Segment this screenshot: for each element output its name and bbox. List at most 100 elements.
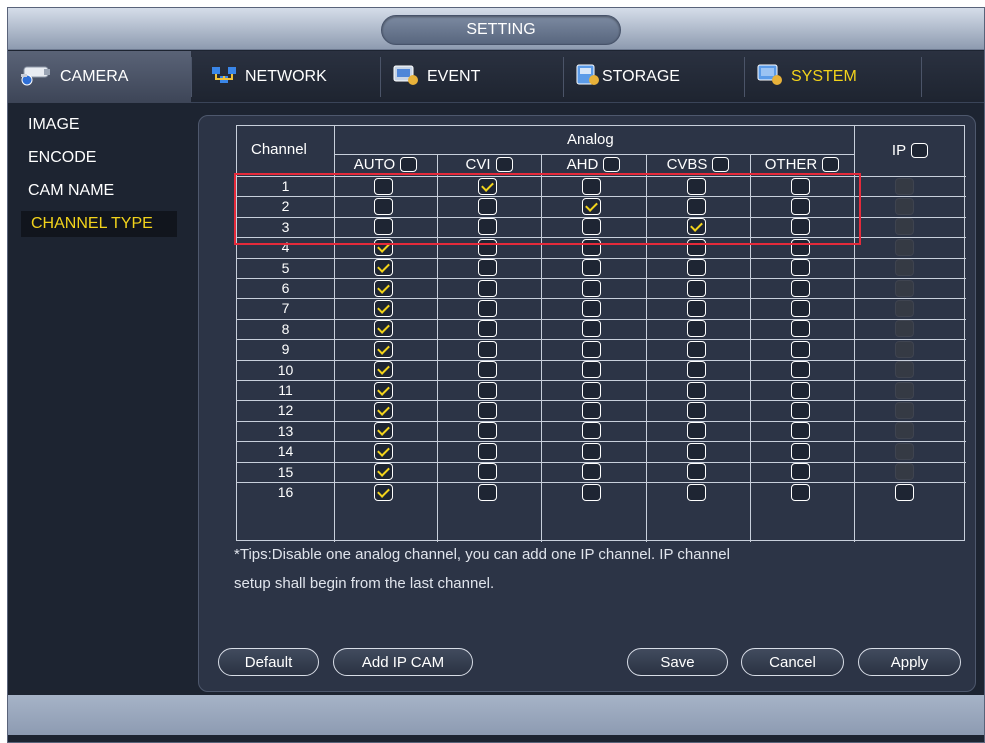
tab-storage[interactable]: STORAGE	[576, 51, 680, 103]
channel-6-cvbs-checkbox[interactable]	[687, 280, 706, 297]
channel-9-other-checkbox[interactable]	[791, 341, 810, 358]
tab-network[interactable]: NETWORK	[211, 51, 327, 103]
channel-10-other-checkbox[interactable]	[791, 361, 810, 378]
channel-12-ahd-checkbox[interactable]	[582, 402, 601, 419]
channel-15-cvi-checkbox[interactable]	[478, 463, 497, 480]
channel-15-cvbs-checkbox[interactable]	[687, 463, 706, 480]
channel-7-cvi-checkbox[interactable]	[478, 300, 497, 317]
tab-event-label: EVENT	[427, 68, 481, 85]
channel-12-ip-checkbox	[895, 402, 914, 419]
select-all-cvbs-checkbox[interactable]	[712, 157, 730, 172]
select-all-other-checkbox[interactable]	[822, 157, 840, 172]
channel-8-cvi-checkbox[interactable]	[478, 320, 497, 337]
channel-6-auto-checkbox[interactable]	[374, 280, 393, 297]
channel-number: 8	[281, 320, 290, 337]
channel-13-ahd-checkbox[interactable]	[582, 422, 601, 439]
channel-15-ahd-checkbox[interactable]	[582, 463, 601, 480]
tab-system[interactable]: SYSTEM	[757, 51, 857, 103]
channel-6-other-checkbox[interactable]	[791, 280, 810, 297]
channel-15-other-checkbox[interactable]	[791, 463, 810, 480]
channel-16-other-checkbox[interactable]	[791, 484, 810, 501]
channel-7-ahd-checkbox[interactable]	[582, 300, 601, 317]
channel-16-cvi-checkbox[interactable]	[478, 484, 497, 501]
channel-14-ahd-checkbox[interactable]	[582, 443, 601, 460]
channel-15-ip-checkbox	[895, 463, 914, 480]
channel-11-auto-checkbox[interactable]	[374, 382, 393, 399]
channel-13-other-checkbox[interactable]	[791, 422, 810, 439]
channel-6-cvi-checkbox[interactable]	[478, 280, 497, 297]
channel-8-ahd-checkbox[interactable]	[582, 320, 601, 337]
tab-system-label: SYSTEM	[791, 68, 857, 85]
column-header-ahd: AHD	[541, 156, 646, 173]
channel-13-cvbs-checkbox[interactable]	[687, 422, 706, 439]
apply-button[interactable]: Apply	[858, 648, 961, 676]
channel-7-auto-checkbox[interactable]	[374, 300, 393, 317]
channel-11-other-checkbox[interactable]	[791, 382, 810, 399]
table-row-divider	[237, 360, 966, 361]
default-button[interactable]: Default	[218, 648, 319, 676]
channel-16-auto-checkbox[interactable]	[374, 484, 393, 501]
select-all-ahd-checkbox[interactable]	[603, 157, 621, 172]
select-all-cvi-checkbox[interactable]	[495, 157, 513, 172]
menu-item-image[interactable]: IMAGE	[28, 112, 80, 138]
channel-9-cvbs-checkbox[interactable]	[687, 341, 706, 358]
channel-number: 10	[277, 361, 294, 378]
table-header-divider	[334, 154, 854, 155]
channel-11-ahd-checkbox[interactable]	[582, 382, 601, 399]
channel-15-auto-checkbox[interactable]	[374, 463, 393, 480]
select-all-auto-checkbox[interactable]	[400, 157, 418, 172]
table-row-divider	[237, 278, 966, 279]
channel-9-cvi-checkbox[interactable]	[478, 341, 497, 358]
channel-16-ahd-checkbox[interactable]	[582, 484, 601, 501]
tab-camera[interactable]: CAMERA	[8, 51, 191, 103]
channel-14-cvi-checkbox[interactable]	[478, 443, 497, 460]
channel-column-header: Channel	[251, 141, 307, 158]
channel-14-auto-checkbox[interactable]	[374, 443, 393, 460]
channel-13-auto-checkbox[interactable]	[374, 422, 393, 439]
channel-12-cvbs-checkbox[interactable]	[687, 402, 706, 419]
channel-5-cvbs-checkbox[interactable]	[687, 259, 706, 276]
channel-number: 11	[278, 382, 293, 398]
tab-event[interactable]: EVENT	[393, 51, 480, 103]
channel-5-other-checkbox[interactable]	[791, 259, 810, 276]
channel-11-cvi-checkbox[interactable]	[478, 382, 497, 399]
menu-item-cam-name[interactable]: CAM NAME	[28, 178, 114, 204]
channel-10-ahd-checkbox[interactable]	[582, 361, 601, 378]
event-icon	[393, 64, 419, 91]
channel-6-ahd-checkbox[interactable]	[582, 280, 601, 297]
channel-5-auto-checkbox[interactable]	[374, 259, 393, 276]
channel-14-cvbs-checkbox[interactable]	[687, 443, 706, 460]
channel-11-cvbs-checkbox[interactable]	[687, 382, 706, 399]
channel-9-auto-checkbox[interactable]	[374, 341, 393, 358]
channel-number: 15	[277, 463, 294, 480]
channel-8-cvbs-checkbox[interactable]	[687, 320, 706, 337]
table-row-divider	[237, 400, 966, 401]
cancel-button[interactable]: Cancel	[741, 648, 844, 676]
menu-item-encode[interactable]: ENCODE	[28, 145, 96, 171]
channel-14-other-checkbox[interactable]	[791, 443, 810, 460]
top-nav: CAMERA NETWORK EVENT STORAGE SYSTEM	[8, 51, 984, 103]
select-all-ip-checkbox[interactable]	[911, 143, 929, 158]
channel-8-other-checkbox[interactable]	[791, 320, 810, 337]
channel-7-other-checkbox[interactable]	[791, 300, 810, 317]
add-ip-cam-button[interactable]: Add IP CAM	[333, 648, 473, 676]
save-button[interactable]: Save	[627, 648, 728, 676]
channel-16-ip-checkbox[interactable]	[895, 484, 914, 501]
nav-divider	[921, 57, 922, 97]
channel-16-cvbs-checkbox[interactable]	[687, 484, 706, 501]
channel-13-cvi-checkbox[interactable]	[478, 422, 497, 439]
channel-5-cvi-checkbox[interactable]	[478, 259, 497, 276]
channel-10-cvbs-checkbox[interactable]	[687, 361, 706, 378]
channel-12-auto-checkbox[interactable]	[374, 402, 393, 419]
channel-10-cvi-checkbox[interactable]	[478, 361, 497, 378]
channel-8-auto-checkbox[interactable]	[374, 320, 393, 337]
channel-12-cvi-checkbox[interactable]	[478, 402, 497, 419]
menu-item-channel-type[interactable]: CHANNEL TYPE	[21, 211, 177, 237]
channel-5-ahd-checkbox[interactable]	[582, 259, 601, 276]
table-row-divider	[237, 258, 966, 259]
channel-10-ip-checkbox	[895, 361, 914, 378]
channel-12-other-checkbox[interactable]	[791, 402, 810, 419]
channel-7-cvbs-checkbox[interactable]	[687, 300, 706, 317]
channel-10-auto-checkbox[interactable]	[374, 361, 393, 378]
channel-9-ahd-checkbox[interactable]	[582, 341, 601, 358]
